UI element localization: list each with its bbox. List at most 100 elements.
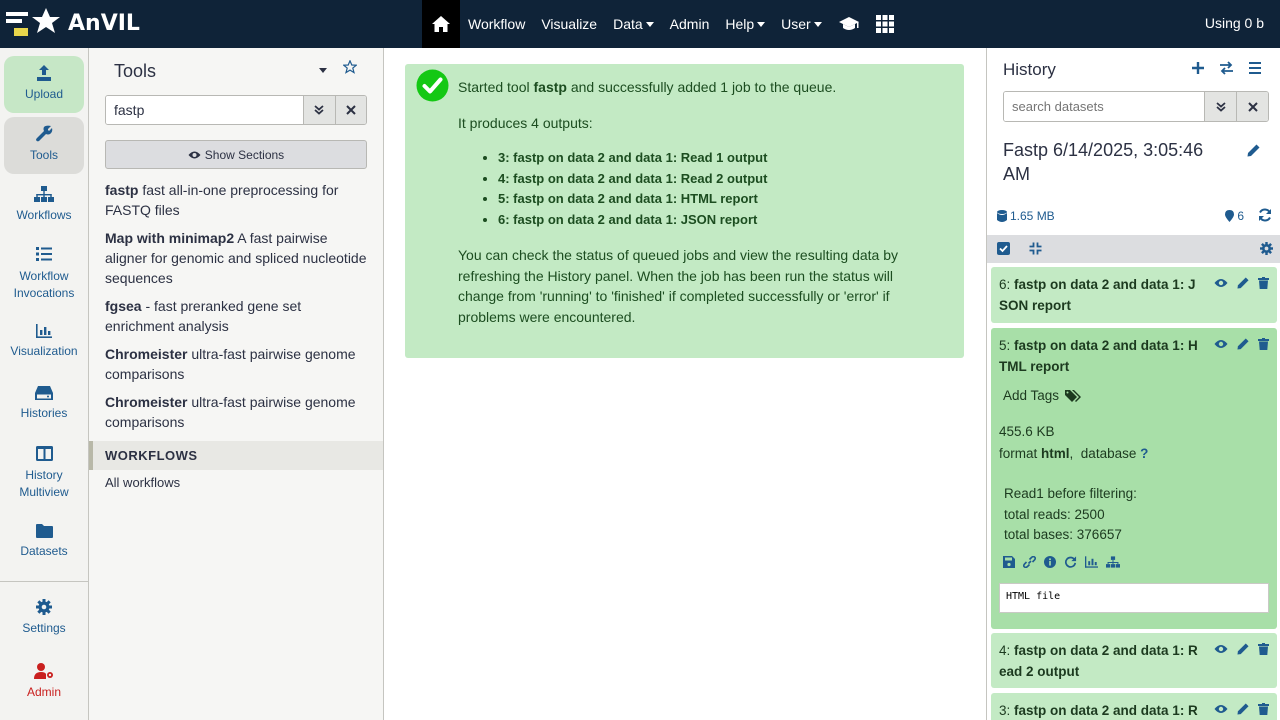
tool-search-input[interactable] bbox=[106, 96, 303, 124]
nav-data[interactable]: Data bbox=[605, 0, 662, 48]
workflows-section-header[interactable]: WORKFLOWS bbox=[89, 441, 383, 470]
nav-visualize[interactable]: Visualize bbox=[533, 0, 605, 48]
double-chevron-down-icon bbox=[1215, 101, 1226, 112]
sync-icon bbox=[1259, 208, 1271, 222]
dataset-item[interactable]: 6: fastp on data 2 and data 1: JSON repo… bbox=[991, 267, 1277, 323]
training-button[interactable] bbox=[830, 0, 868, 48]
dataset-title[interactable]: 6: fastp on data 2 and data 1: JSON repo… bbox=[999, 275, 1204, 316]
chevron-down-icon bbox=[757, 21, 766, 27]
collapse-all-button[interactable] bbox=[1029, 242, 1042, 258]
tool-item[interactable]: fastp fast all-in-one preprocessing for … bbox=[105, 180, 367, 220]
select-all-button[interactable] bbox=[997, 242, 1010, 258]
wrench-icon bbox=[35, 125, 52, 142]
dataset-actions bbox=[1214, 703, 1269, 715]
eye-icon bbox=[188, 151, 201, 158]
trash-icon[interactable] bbox=[1258, 277, 1269, 289]
history-actions bbox=[1191, 61, 1262, 75]
history-settings-button[interactable] bbox=[1260, 242, 1273, 258]
save-icon[interactable] bbox=[1003, 556, 1015, 568]
trash-icon[interactable] bbox=[1258, 643, 1269, 655]
center-panel: Started tool fastp and successfully adde… bbox=[385, 48, 985, 720]
info-circle-icon[interactable] bbox=[1044, 556, 1056, 568]
pencil-icon[interactable] bbox=[1237, 703, 1249, 715]
redo-icon[interactable] bbox=[1064, 556, 1077, 568]
nav-workflow[interactable]: Workflow bbox=[460, 0, 533, 48]
activity-datasets[interactable]: Datasets bbox=[4, 524, 84, 558]
activity-tools[interactable]: Tools bbox=[4, 117, 84, 174]
dataset-item-expanded[interactable]: 5: fastp on data 2 and data 1: HTML repo… bbox=[991, 328, 1277, 629]
activity-invocations[interactable]: Workflow Invocations bbox=[4, 246, 84, 302]
dataset-size: 455.6 KB bbox=[999, 424, 1055, 439]
tool-item[interactable]: Chromeister ultra-fast pairwise genome c… bbox=[105, 392, 367, 432]
history-search-input[interactable] bbox=[1004, 92, 1204, 121]
pencil-icon[interactable] bbox=[1237, 338, 1249, 350]
tool-item[interactable]: fgsea - fast preranked gene set enrichme… bbox=[105, 296, 367, 336]
pencil-icon[interactable] bbox=[1237, 277, 1249, 289]
history-search bbox=[1003, 91, 1269, 122]
home-button[interactable] bbox=[422, 0, 460, 48]
compress-icon bbox=[1029, 242, 1042, 255]
refresh-button[interactable] bbox=[1258, 208, 1272, 225]
activity-admin[interactable]: Admin bbox=[4, 663, 84, 699]
nav-user[interactable]: User bbox=[773, 0, 830, 48]
nav-help[interactable]: Help bbox=[717, 0, 773, 48]
add-tags-button[interactable]: Add Tags bbox=[1003, 388, 1083, 403]
trash-icon[interactable] bbox=[1258, 703, 1269, 715]
database-icon bbox=[997, 210, 1007, 222]
history-clear-search-button[interactable] bbox=[1236, 92, 1268, 121]
chart-bar-icon bbox=[36, 324, 52, 338]
eye-icon[interactable] bbox=[1214, 643, 1228, 655]
dataset-title[interactable]: 5: fastp on data 2 and data 1: HTML repo… bbox=[999, 336, 1204, 377]
dataset-database[interactable]: ? bbox=[1140, 446, 1148, 461]
eye-icon[interactable] bbox=[1214, 338, 1228, 350]
anvil-logo-icon bbox=[6, 8, 60, 36]
dataset-info: 455.6 KB format html, database ? bbox=[999, 421, 1148, 465]
plus-icon[interactable] bbox=[1191, 61, 1205, 75]
favorites-button[interactable] bbox=[342, 59, 358, 77]
dataset-format: html bbox=[1041, 446, 1070, 461]
advanced-search-button[interactable] bbox=[303, 96, 335, 124]
tool-item[interactable]: Map with minimap2 A fast pairwise aligne… bbox=[105, 228, 367, 288]
list-icon bbox=[36, 247, 52, 261]
sitemap-icon[interactable] bbox=[1106, 556, 1120, 568]
edit-history-button[interactable] bbox=[1247, 144, 1260, 160]
show-sections-button[interactable]: Show Sections bbox=[105, 140, 367, 169]
graduation-cap-icon bbox=[838, 17, 859, 30]
all-workflows-link[interactable]: All workflows bbox=[105, 475, 180, 490]
eye-icon[interactable] bbox=[1214, 277, 1228, 289]
success-alert: Started tool fastp and successfully adde… bbox=[405, 64, 964, 358]
history-advanced-search-button[interactable] bbox=[1204, 92, 1236, 121]
masthead: AnVIL Workflow Visualize Data Admin Help… bbox=[0, 0, 1280, 48]
nav-admin[interactable]: Admin bbox=[662, 0, 718, 48]
apps-grid-button[interactable] bbox=[868, 0, 902, 48]
dataset-title[interactable]: 3: fastp on data 2 and data 1: Read 1 ou… bbox=[999, 701, 1204, 720]
eye-icon[interactable] bbox=[1214, 703, 1228, 715]
panel-view-dropdown[interactable] bbox=[319, 68, 327, 73]
exchange-icon[interactable] bbox=[1219, 61, 1234, 75]
dataset-count[interactable]: 6 bbox=[1225, 209, 1244, 223]
activity-histories[interactable]: Histories bbox=[4, 386, 84, 420]
activity-multiview[interactable]: History Multiview bbox=[4, 446, 84, 501]
dataset-item[interactable]: 3: fastp on data 2 and data 1: Read 1 ou… bbox=[991, 693, 1277, 720]
activity-settings[interactable]: Settings bbox=[4, 599, 84, 635]
user-cog-icon bbox=[34, 663, 53, 679]
brand-logo[interactable]: AnVIL bbox=[6, 8, 140, 38]
tool-item[interactable]: Chromeister ultra-fast pairwise genome c… bbox=[105, 344, 367, 384]
quota-usage[interactable]: Using 0 b bbox=[1205, 15, 1264, 31]
tags-icon bbox=[1065, 389, 1082, 402]
activity-upload[interactable]: Upload bbox=[4, 56, 84, 113]
chart-bar-icon[interactable] bbox=[1085, 556, 1098, 568]
pencil-icon[interactable] bbox=[1237, 643, 1249, 655]
output-item: 5: fastp on data 2 and data 1: HTML repo… bbox=[498, 189, 928, 210]
dataset-item[interactable]: 4: fastp on data 2 and data 1: Read 2 ou… bbox=[991, 633, 1277, 688]
trash-icon[interactable] bbox=[1258, 338, 1269, 350]
activity-workflows[interactable]: Workflows bbox=[4, 186, 84, 222]
dataset-title[interactable]: 4: fastp on data 2 and data 1: Read 2 ou… bbox=[999, 641, 1204, 682]
activity-visualization[interactable]: Visualization bbox=[4, 324, 84, 358]
link-icon[interactable] bbox=[1023, 556, 1036, 568]
bars-icon[interactable] bbox=[1248, 61, 1262, 75]
history-size[interactable]: 1.65 MB bbox=[997, 209, 1055, 223]
clear-search-button[interactable] bbox=[334, 96, 366, 124]
chevron-down-icon bbox=[645, 21, 654, 27]
map-marker-icon bbox=[1225, 210, 1235, 222]
